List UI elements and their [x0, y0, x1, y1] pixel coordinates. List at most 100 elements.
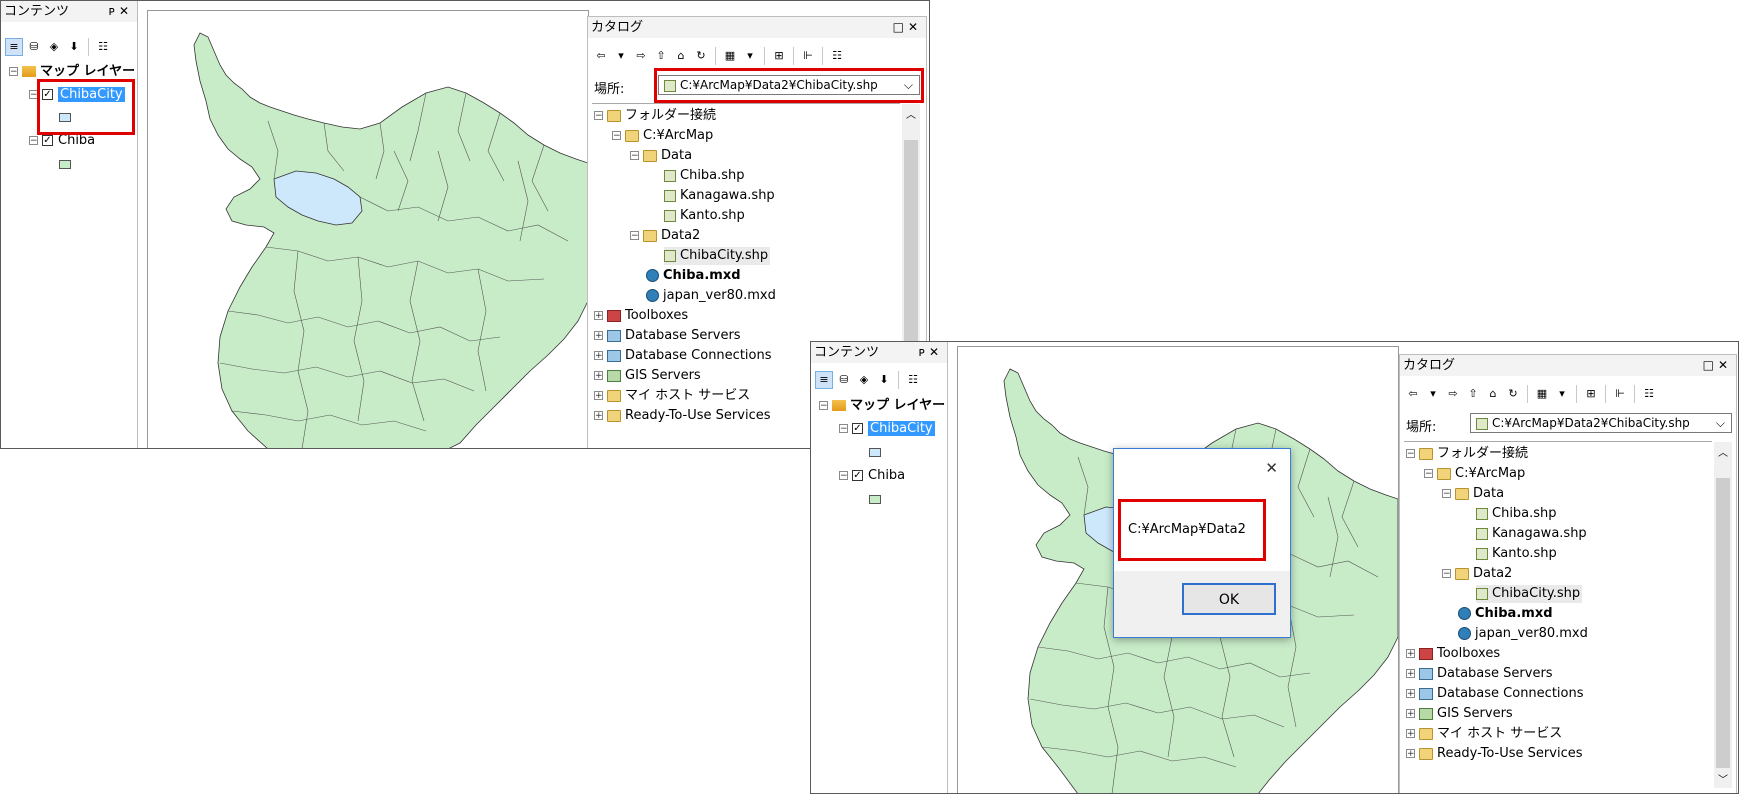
tree-item-mxd[interactable]: Chiba.mxd: [646, 267, 741, 285]
expand-icon[interactable]: +: [594, 331, 603, 341]
tree-item-mxd[interactable]: japan_ver80.mxd: [646, 287, 776, 305]
options-icon[interactable]: ☷: [828, 47, 846, 65]
refresh-icon[interactable]: ↻: [692, 47, 710, 65]
tree-item-mxd[interactable]: japan_ver80.mxd: [1458, 625, 1588, 643]
tree-item-mxd[interactable]: Chiba.mxd: [1458, 605, 1553, 623]
collapse-icon[interactable]: −: [1442, 569, 1451, 579]
tree-item-folder-connections[interactable]: − フォルダー接続: [594, 107, 716, 125]
tree-item-folder-connections[interactable]: − フォルダー接続: [1406, 445, 1528, 463]
close-icon[interactable]: ✕: [119, 4, 133, 18]
layer-label[interactable]: ChibaCity: [868, 421, 935, 436]
tree-item-data2[interactable]: − Data2: [1442, 565, 1512, 583]
location-value[interactable]: C:¥ArcMap¥Data2¥ChibaCity.shp: [1492, 416, 1690, 430]
scroll-up-icon[interactable]: ︿: [1718, 444, 1728, 459]
tree-item-shp[interactable]: Kanto.shp: [664, 207, 745, 225]
location-value[interactable]: C:¥ArcMap¥Data2¥ChibaCity.shp: [680, 78, 878, 92]
tree-item-db-servers[interactable]: + Database Servers: [594, 327, 741, 345]
close-icon[interactable]: ✕: [929, 345, 943, 359]
expand-icon[interactable]: +: [594, 411, 603, 421]
layer-chiba[interactable]: − ✓ Chiba: [839, 467, 905, 485]
layer-visibility-checkbox[interactable]: ✓: [852, 423, 863, 434]
dropdown-arrow-icon[interactable]: ▾: [741, 47, 759, 65]
list-by-visibility-icon[interactable]: ◈: [45, 38, 63, 56]
close-icon[interactable]: ✕: [1718, 358, 1732, 372]
tree-item-data[interactable]: − Data: [630, 147, 692, 165]
expand-icon[interactable]: +: [1406, 649, 1415, 659]
list-by-selection-icon[interactable]: ⬇: [875, 371, 893, 389]
tree-item-arcmap[interactable]: − C:¥ArcMap: [1424, 465, 1525, 483]
layer-label[interactable]: Chiba: [868, 468, 905, 483]
tree-item-data[interactable]: − Data: [1442, 485, 1504, 503]
collapse-icon[interactable]: −: [29, 136, 38, 146]
location-combo[interactable]: C:¥ArcMap¥Data2¥ChibaCity.shp ⌵: [658, 75, 920, 95]
collapse-icon[interactable]: −: [29, 90, 38, 100]
toc-root[interactable]: − マップ レイヤー: [819, 397, 945, 415]
options-icon[interactable]: ☷: [94, 38, 112, 56]
tree-item-shp[interactable]: Kanto.shp: [1476, 545, 1557, 563]
tree-item-db-connections[interactable]: + Database Connections: [594, 347, 772, 365]
collapse-icon[interactable]: −: [819, 401, 828, 411]
up-one-level-icon[interactable]: ⇧: [652, 47, 670, 65]
back-icon[interactable]: ⇦: [1404, 385, 1422, 403]
list-by-source-icon[interactable]: ⛁: [835, 371, 853, 389]
scroll-thumb[interactable]: [1716, 478, 1730, 768]
home-icon[interactable]: ⌂: [672, 47, 690, 65]
layer-chibacity[interactable]: − ✓ ChibaCity: [29, 86, 125, 104]
collapse-icon[interactable]: −: [9, 67, 18, 77]
expand-icon[interactable]: +: [594, 311, 603, 321]
list-by-selection-icon[interactable]: ⬇: [65, 38, 83, 56]
expand-icon[interactable]: +: [594, 351, 603, 361]
expand-icon[interactable]: +: [1406, 689, 1415, 699]
tree-item-shp-selected[interactable]: ChibaCity.shp: [1476, 585, 1583, 603]
map-view[interactable]: [147, 10, 589, 448]
tree-item-shp-selected[interactable]: ChibaCity.shp: [664, 247, 771, 265]
tree-item-ready-to-use[interactable]: + Ready-To-Use Services: [594, 407, 770, 425]
tree-item-shp[interactable]: Kanagawa.shp: [664, 187, 775, 205]
pin-icon[interactable]: ᴘ: [919, 345, 929, 359]
layer-chiba[interactable]: − ✓ Chiba: [29, 132, 95, 150]
catalog-scrollbar[interactable]: ︿ ﹀: [1714, 442, 1732, 788]
maximize-icon[interactable]: □: [893, 20, 908, 34]
ok-button[interactable]: OK: [1182, 583, 1276, 615]
collapse-icon[interactable]: −: [630, 151, 639, 161]
layer-label[interactable]: Chiba: [58, 133, 95, 148]
views-icon[interactable]: ▦: [1533, 385, 1551, 403]
tree-item-my-hosted[interactable]: + マイ ホスト サービス: [594, 387, 750, 405]
tree-item-toolboxes[interactable]: + Toolboxes: [1406, 645, 1500, 663]
back-icon[interactable]: ⇦: [592, 47, 610, 65]
close-icon[interactable]: ✕: [908, 20, 922, 34]
tree-item-data2[interactable]: − Data2: [630, 227, 700, 245]
tree-item-toolboxes[interactable]: + Toolboxes: [594, 307, 688, 325]
chevron-down-icon[interactable]: ⌵: [1716, 414, 1725, 432]
expand-icon[interactable]: +: [594, 371, 603, 381]
pin-icon[interactable]: ᴘ: [109, 4, 119, 18]
tree-item-shp[interactable]: Chiba.shp: [664, 167, 745, 185]
options-icon[interactable]: ☷: [904, 371, 922, 389]
maximize-icon[interactable]: □: [1703, 358, 1718, 372]
collapse-icon[interactable]: −: [839, 471, 848, 481]
collapse-icon[interactable]: −: [612, 131, 621, 141]
collapse-icon[interactable]: −: [1442, 489, 1451, 499]
layer-label[interactable]: ChibaCity: [58, 87, 125, 102]
forward-icon[interactable]: ⇨: [632, 47, 650, 65]
expand-icon[interactable]: +: [1406, 709, 1415, 719]
tree-item-my-hosted[interactable]: + マイ ホスト サービス: [1406, 725, 1562, 743]
connect-folder-icon[interactable]: ⊞: [1582, 385, 1600, 403]
views-icon[interactable]: ▦: [721, 47, 739, 65]
chevron-down-icon[interactable]: ⌵: [904, 76, 913, 94]
list-by-drawing-order-icon[interactable]: ≡: [815, 371, 833, 389]
expand-icon[interactable]: +: [1406, 729, 1415, 739]
tree-item-ready-to-use[interactable]: + Ready-To-Use Services: [1406, 745, 1582, 763]
collapse-icon[interactable]: −: [594, 111, 603, 121]
dropdown-arrow-icon[interactable]: ▾: [1424, 385, 1442, 403]
collapse-icon[interactable]: −: [839, 424, 848, 434]
collapse-icon[interactable]: −: [1424, 469, 1433, 479]
dialog-close-button[interactable]: ✕: [1265, 459, 1278, 477]
up-one-level-icon[interactable]: ⇧: [1464, 385, 1482, 403]
tree-item-gis-servers[interactable]: + GIS Servers: [1406, 705, 1513, 723]
expand-icon[interactable]: +: [1406, 749, 1415, 759]
forward-icon[interactable]: ⇨: [1444, 385, 1462, 403]
tree-item-db-connections[interactable]: + Database Connections: [1406, 685, 1584, 703]
scroll-up-icon[interactable]: ︿: [906, 106, 916, 121]
tree-item-gis-servers[interactable]: + GIS Servers: [594, 367, 701, 385]
